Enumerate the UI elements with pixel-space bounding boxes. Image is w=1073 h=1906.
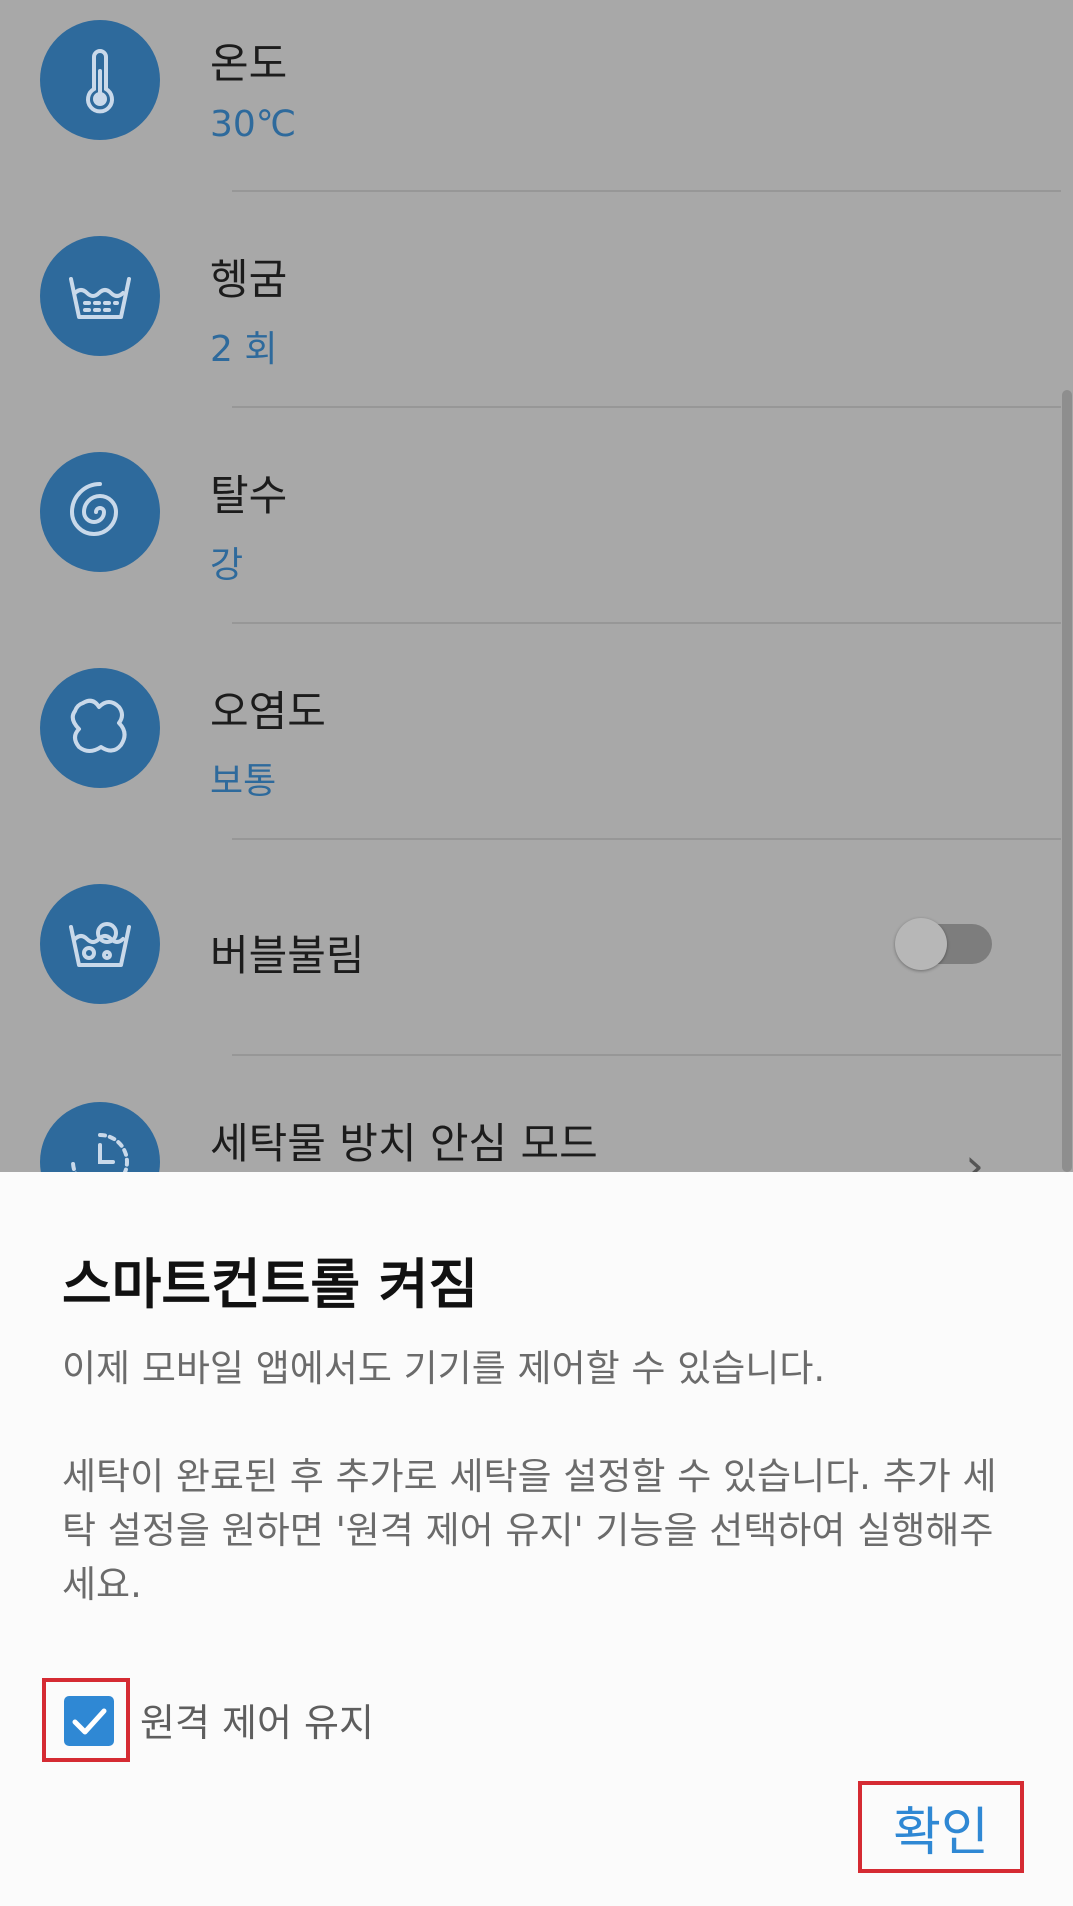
divider xyxy=(232,622,1061,624)
setting-row-spin[interactable]: 탈수 강 xyxy=(0,432,1073,648)
divider xyxy=(232,1054,1061,1056)
dialog-title: 스마트컨트롤 켜짐 xyxy=(62,1253,479,1316)
scrollbar[interactable] xyxy=(1062,390,1072,1172)
setting-title: 오염도 xyxy=(210,687,326,736)
rinse-tub-icon xyxy=(40,236,160,356)
divider xyxy=(232,406,1061,408)
confirm-button[interactable]: 확인 xyxy=(862,1785,1020,1869)
setting-row-bubble-soak[interactable]: 버블불림 xyxy=(0,864,1073,1080)
setting-row-soil-level[interactable]: 오염도 보통 xyxy=(0,648,1073,864)
setting-value: 30℃ xyxy=(210,104,297,145)
remote-control-checkbox-highlight[interactable] xyxy=(42,1678,130,1762)
setting-row-laundry-care-mode[interactable]: 세탁물 방치 안심 모드 xyxy=(0,1080,1073,1172)
settings-list: 온도 30℃ 헹굼 2 회 탈수 강 오염도 보통 버블불림 세탁물 방치 안심… xyxy=(0,0,1073,1172)
thermometer-icon xyxy=(40,20,160,140)
setting-row-rinse[interactable]: 헹굼 2 회 xyxy=(0,216,1073,432)
setting-title: 온도 xyxy=(210,39,288,88)
toggle-thumb xyxy=(895,918,947,970)
spin-swirl-icon xyxy=(40,452,160,572)
chevron-right-icon[interactable]: › xyxy=(965,1138,984,1172)
divider xyxy=(232,838,1061,840)
bubble-soak-icon xyxy=(40,884,160,1004)
setting-value: 보통 xyxy=(210,761,277,802)
checkmark-icon xyxy=(72,1708,107,1735)
stain-icon xyxy=(40,668,160,788)
remote-control-checkbox[interactable] xyxy=(64,1696,114,1746)
dialog-message: 이제 모바일 앱에서도 기기를 제어할 수 있습니다. xyxy=(62,1347,826,1390)
confirm-button-highlight: 확인 xyxy=(858,1781,1024,1873)
divider xyxy=(232,190,1061,192)
dialog-description: 세탁이 완료된 후 추가로 세탁을 설정할 수 있습니다. 추가 세탁 설정을 … xyxy=(62,1455,997,1606)
setting-title: 버블불림 xyxy=(210,931,365,980)
setting-value: 2 회 xyxy=(210,329,278,370)
timer-clock-icon xyxy=(40,1102,160,1172)
setting-title: 탈수 xyxy=(210,471,288,520)
setting-value: 강 xyxy=(210,545,244,586)
remote-control-checkbox-label[interactable]: 원격 제어 유지 xyxy=(140,1692,374,1747)
setting-row-temperature[interactable]: 온도 30℃ xyxy=(0,0,1073,216)
setting-title: 세탁물 방치 안심 모드 xyxy=(210,1119,598,1168)
smart-control-dialog: 스마트컨트롤 켜짐 이제 모바일 앱에서도 기기를 제어할 수 있습니다. 세탁… xyxy=(0,1172,1073,1906)
setting-title: 헹굼 xyxy=(210,255,288,304)
